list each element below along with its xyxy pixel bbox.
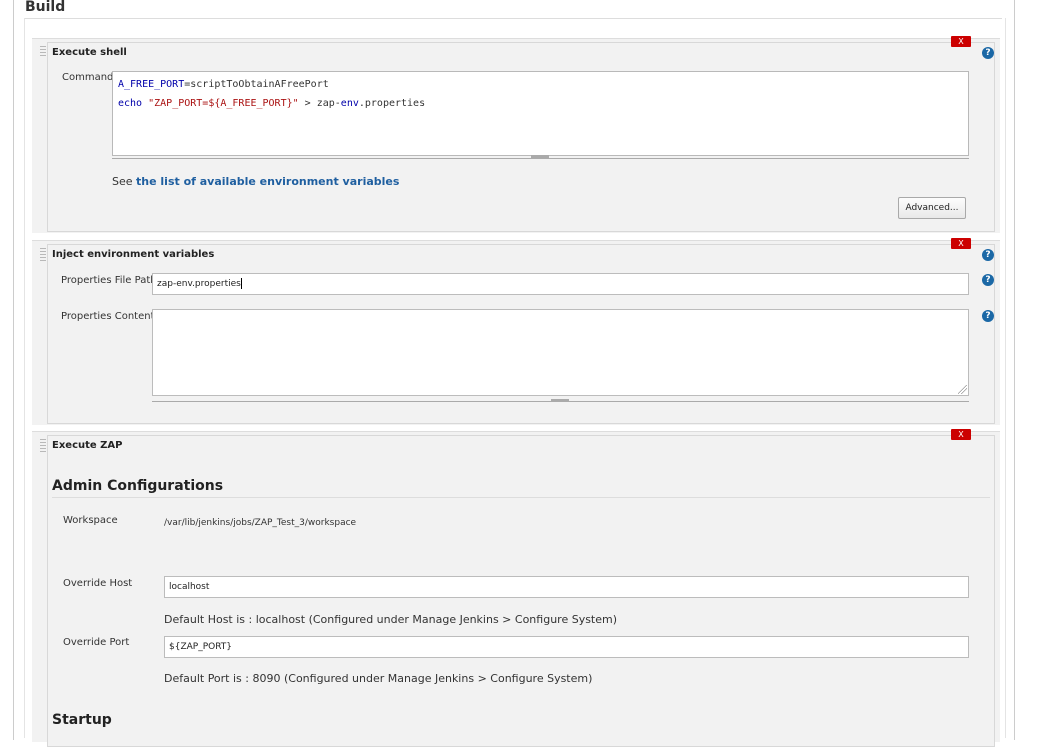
delete-step-button[interactable]: X <box>951 238 971 249</box>
execute-shell-title: Execute shell <box>52 47 127 58</box>
default-host-hint: Default Host is : localhost (Configured … <box>164 613 618 626</box>
help-icon[interactable]: ? <box>982 47 994 59</box>
workspace-value: /var/lib/jenkins/jobs/ZAP_Test_3/workspa… <box>164 518 357 528</box>
env-vars-link[interactable]: the list of available environment variab… <box>136 175 399 188</box>
command-label: Command <box>62 72 114 83</box>
text-cursor <box>240 278 242 289</box>
properties-content-textarea[interactable] <box>152 309 969 396</box>
resize-corner-icon[interactable] <box>958 385 967 394</box>
help-icon[interactable]: ? <box>982 310 994 322</box>
default-port-hint: Default Port is : 8090 (Configured under… <box>164 672 593 685</box>
admin-heading-divider <box>52 497 990 498</box>
override-host-input[interactable]: localhost <box>164 576 969 598</box>
override-port-input[interactable]: ${ZAP_PORT} <box>164 636 969 658</box>
command-textarea[interactable]: A_FREE_PORT=scriptToObtainAFreePort echo… <box>112 71 969 156</box>
resize-grip[interactable] <box>551 399 569 402</box>
override-port-label: Override Port <box>63 637 130 648</box>
help-icon[interactable]: ? <box>982 274 994 286</box>
drag-handle[interactable] <box>40 248 46 262</box>
drag-handle[interactable] <box>40 46 46 58</box>
properties-file-path-label: Properties File Path <box>61 275 157 286</box>
startup-heading: Startup <box>52 712 112 728</box>
workspace-label: Workspace <box>63 515 118 526</box>
delete-step-button[interactable]: X <box>951 36 971 47</box>
drag-handle[interactable] <box>40 439 46 453</box>
help-icon[interactable]: ? <box>982 249 994 261</box>
resize-grip[interactable] <box>531 155 549 158</box>
admin-configurations-heading: Admin Configurations <box>52 478 224 494</box>
override-host-label: Override Host <box>63 578 133 589</box>
code-line-2: echo "ZAP_PORT=${A_FREE_PORT}" > zap-env… <box>118 98 426 109</box>
properties-file-path-input[interactable]: zap-env.properties <box>152 273 969 295</box>
execute-zap-title: Execute ZAP <box>52 440 123 451</box>
inject-env-title: Inject environment variables <box>52 249 215 260</box>
env-vars-hint: See the list of available environment va… <box>112 175 400 188</box>
build-section-title: Build <box>25 0 66 15</box>
advanced-button[interactable]: Advanced... <box>898 197 966 219</box>
properties-content-label: Properties Content <box>61 311 155 322</box>
delete-step-button[interactable]: X <box>951 429 971 440</box>
code-line-1: A_FREE_PORT=scriptToObtainAFreePort <box>118 79 329 90</box>
